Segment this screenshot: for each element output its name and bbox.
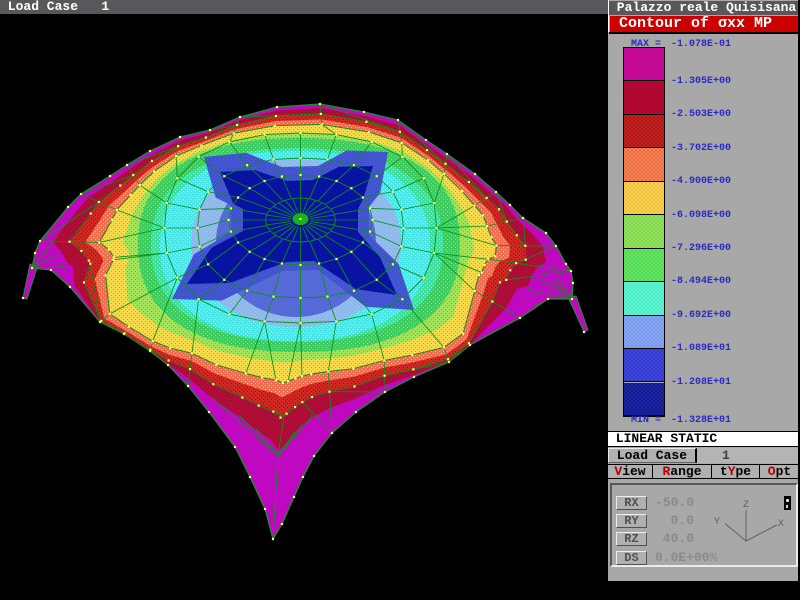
svg-text:Z: Z: [743, 500, 749, 511]
svg-text:Y: Y: [714, 517, 720, 528]
svg-text:X: X: [778, 519, 784, 530]
